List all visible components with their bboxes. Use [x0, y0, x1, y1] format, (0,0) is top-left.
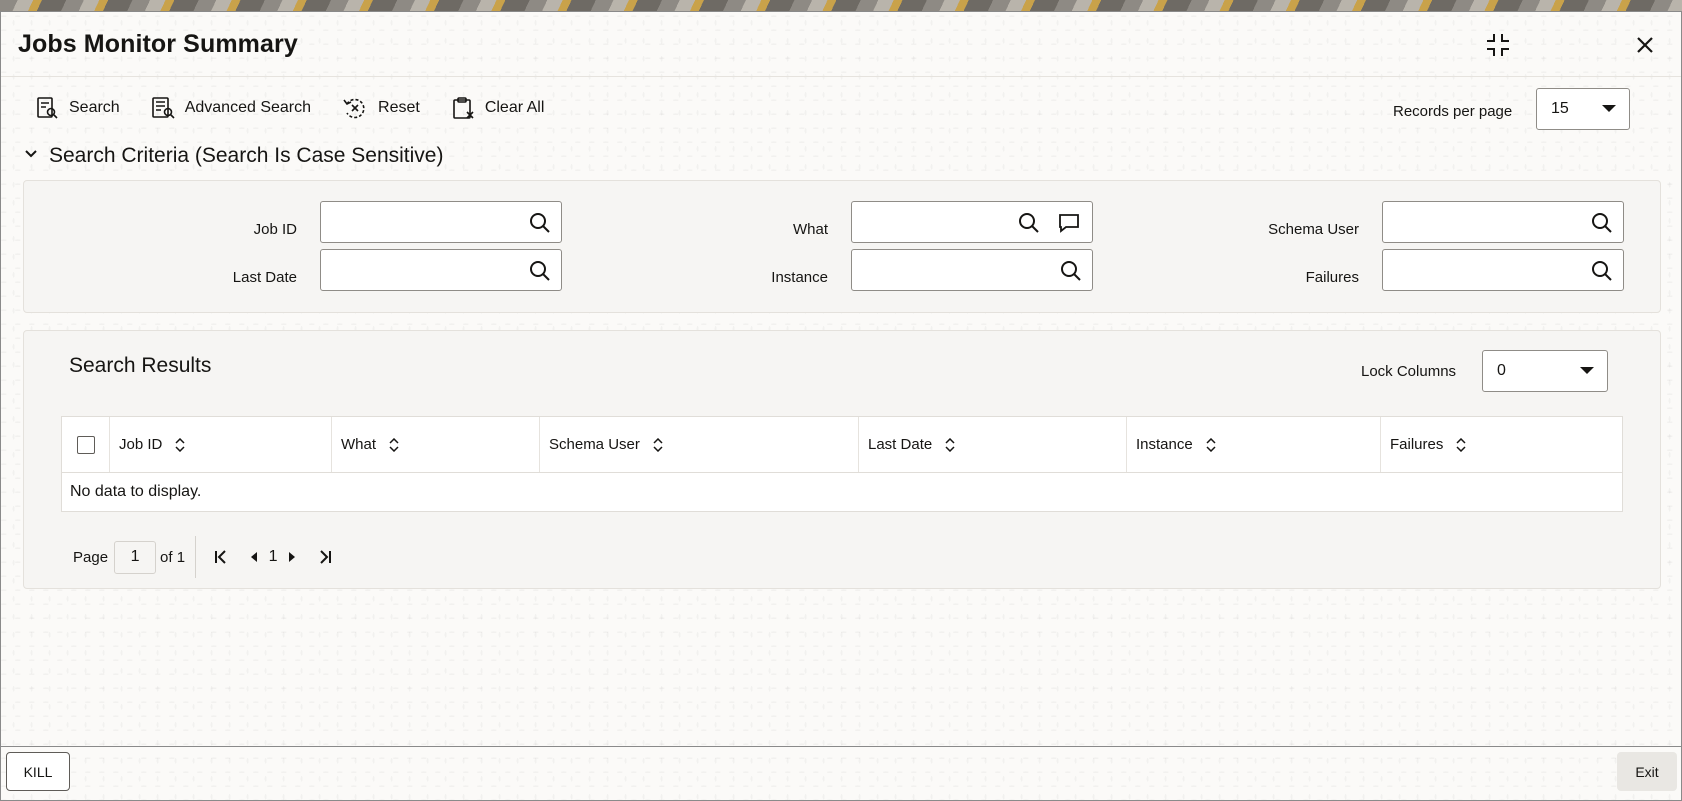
search-criteria-title: Search Criteria (Search Is Case Sensitiv… — [49, 144, 444, 167]
column-label: Failures — [1390, 436, 1444, 453]
clipboard-clear-icon — [451, 96, 475, 120]
records-per-page-label: Records per page — [1393, 103, 1513, 120]
column-label: Job ID — [119, 436, 163, 453]
page-title: Jobs Monitor Summary — [18, 30, 298, 58]
advanced-search-icon — [151, 96, 175, 120]
sort-updown-icon — [1205, 437, 1217, 452]
job-id-label: Job ID — [253, 221, 297, 238]
instance-field[interactable] — [851, 249, 1093, 291]
magnifier-icon[interactable] — [1590, 259, 1614, 283]
failures-label: Failures — [1305, 269, 1359, 286]
search-criteria-panel: Job ID What Schema User Last Date Instan… — [23, 180, 1661, 313]
chevron-down-icon — [1580, 367, 1594, 374]
no-data-message: No data to display. — [70, 483, 202, 500]
job-id-field[interactable] — [320, 201, 562, 243]
column-header-job-id[interactable]: Job ID — [110, 417, 332, 472]
schema-user-field[interactable] — [1382, 201, 1624, 243]
column-header-schema-user[interactable]: Schema User — [540, 417, 859, 472]
reset-label: Reset — [378, 99, 420, 116]
sort-updown-icon — [1455, 437, 1467, 452]
what-field[interactable] — [851, 201, 1093, 243]
table-header: Job ID What Schema User Last Date Instan… — [62, 417, 1622, 473]
first-page-icon[interactable] — [208, 544, 234, 570]
magnifier-icon[interactable] — [1590, 211, 1614, 235]
select-all-checkbox[interactable] — [76, 435, 95, 454]
current-page-input[interactable]: 1 — [114, 540, 157, 574]
records-per-page-value: 15 — [1551, 100, 1569, 117]
chevron-down-icon — [1602, 105, 1616, 112]
search-results-title: Search Results — [69, 354, 212, 377]
magnifier-icon[interactable] — [1017, 211, 1041, 235]
page-number: 1 — [268, 548, 278, 565]
sort-updown-icon — [174, 437, 186, 452]
search-doc-icon — [35, 96, 59, 120]
page-label: Page — [73, 548, 109, 566]
column-label: What — [341, 436, 377, 453]
toolbar: Search Advanced Search Reset Clear All — [35, 92, 575, 124]
select-all-cell — [62, 417, 110, 472]
clear-all-button[interactable]: Clear All — [451, 96, 545, 120]
results-table: Job ID What Schema User Last Date Instan… — [61, 416, 1623, 512]
speech-bubble-icon[interactable] — [1057, 211, 1081, 235]
failures-field[interactable] — [1382, 249, 1624, 291]
current-page-value: 1 — [130, 548, 140, 565]
last-page-icon[interactable] — [312, 544, 338, 570]
title-divider — [1, 76, 1681, 77]
sort-updown-icon — [944, 437, 956, 452]
column-label: Last Date — [868, 436, 933, 453]
reset-icon — [342, 95, 368, 121]
magnifier-icon[interactable] — [528, 211, 552, 235]
column-label: Schema User — [549, 436, 640, 453]
exit-button[interactable]: Exit — [1617, 752, 1677, 791]
column-header-instance[interactable]: Instance — [1127, 417, 1381, 472]
next-page-icon[interactable] — [284, 544, 300, 570]
column-header-failures[interactable]: Failures — [1381, 417, 1622, 472]
sort-updown-icon — [652, 437, 664, 452]
what-label: What — [792, 221, 828, 238]
advanced-search-label: Advanced Search — [184, 99, 312, 116]
magnifier-icon[interactable] — [528, 259, 552, 283]
close-icon[interactable] — [1630, 30, 1660, 60]
chevron-down-icon — [23, 144, 39, 168]
footer-divider — [1, 746, 1681, 747]
page-of-label: of 1 — [160, 548, 186, 566]
advanced-search-button[interactable]: Advanced Search — [151, 96, 311, 120]
search-button[interactable]: Search — [35, 96, 120, 120]
clear-all-label: Clear All — [484, 99, 545, 116]
lock-columns-select[interactable]: 0 — [1482, 350, 1608, 392]
last-date-field[interactable] — [320, 249, 562, 291]
column-header-last-date[interactable]: Last Date — [859, 417, 1127, 472]
magnifier-icon[interactable] — [1059, 259, 1083, 283]
instance-label: Instance — [771, 269, 828, 286]
reset-button[interactable]: Reset — [342, 95, 420, 121]
search-button-label: Search — [69, 99, 120, 116]
column-label: Instance — [1136, 436, 1193, 453]
column-header-what[interactable]: What — [332, 417, 540, 472]
jobs-monitor-window: Jobs Monitor Summary Search Advanced Sea… — [0, 11, 1682, 801]
lock-columns-value: 0 — [1497, 362, 1506, 379]
last-date-label: Last Date — [232, 269, 297, 286]
schema-user-label: Schema User — [1268, 221, 1359, 238]
kill-button[interactable]: KILL — [6, 752, 70, 791]
collapse-arrows-icon[interactable] — [1483, 30, 1513, 60]
search-criteria-toggle[interactable]: Search Criteria (Search Is Case Sensitiv… — [23, 144, 443, 168]
pager-divider — [195, 536, 197, 578]
previous-page-icon[interactable] — [246, 544, 262, 570]
sort-updown-icon — [388, 437, 400, 452]
pagination: Page 1 of 1 1 — [73, 536, 338, 578]
lock-columns-label: Lock Columns — [1361, 363, 1457, 380]
records-per-page-select[interactable]: 15 — [1536, 88, 1630, 130]
